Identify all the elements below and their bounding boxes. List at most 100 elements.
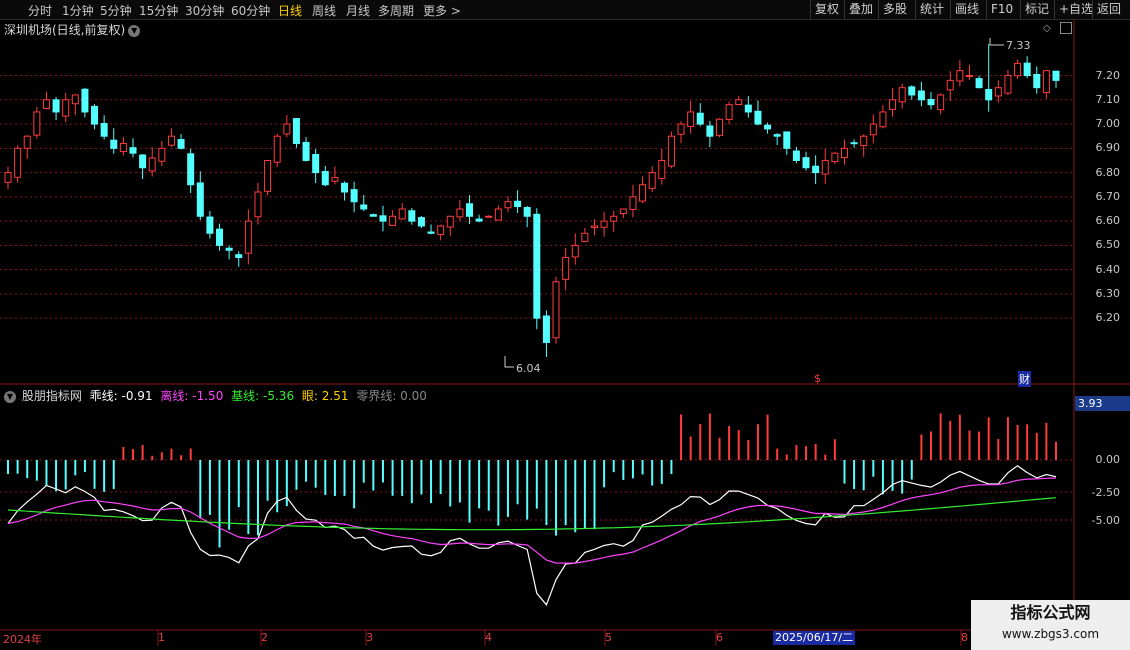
candle-up xyxy=(590,225,598,229)
candle-up xyxy=(264,159,272,192)
candle-up xyxy=(687,111,695,127)
candle-up xyxy=(1042,70,1050,94)
watermark: 指标公式网 www.zbgs3.com xyxy=(971,600,1130,650)
candle-down xyxy=(533,213,541,319)
candle-down xyxy=(91,105,99,125)
candle-up xyxy=(148,157,156,172)
price-axis-label: 7.10 xyxy=(1095,92,1121,106)
jixian-value: 基线: -5.36 xyxy=(231,389,295,403)
indicator-name[interactable]: 股朋指标网 xyxy=(22,389,82,403)
candle-down xyxy=(187,153,195,186)
candle-down xyxy=(427,231,435,234)
candle-up xyxy=(725,104,733,120)
candle-down xyxy=(773,134,781,137)
price-axis-label: 6.60 xyxy=(1095,214,1121,228)
candle-up xyxy=(610,215,618,222)
candle-down xyxy=(466,203,474,217)
candle-up xyxy=(639,184,647,202)
ind-axis-2: -5.00 xyxy=(1091,514,1120,527)
candle-up xyxy=(860,135,868,147)
candle-down xyxy=(927,98,935,106)
candle-up xyxy=(398,208,406,220)
candle-up xyxy=(562,257,570,280)
candle-down xyxy=(523,207,531,217)
candle-down xyxy=(177,139,185,149)
price-chart[interactable] xyxy=(0,0,1130,650)
cursor-date-label: 2025/06/17/二 xyxy=(773,631,856,645)
candle-up xyxy=(965,75,973,78)
candle-up xyxy=(71,94,79,105)
candle-down xyxy=(206,216,214,234)
candle-up xyxy=(715,118,723,136)
candle-down xyxy=(100,122,108,137)
cai-marker: 财 xyxy=(1018,371,1031,387)
high-price-label: 7.33 xyxy=(1006,39,1031,52)
candle-up xyxy=(158,147,166,162)
chengxian-value: 乖线: -0.91 xyxy=(89,389,153,403)
candle-down xyxy=(110,139,118,149)
candle-down xyxy=(341,182,349,193)
candle-down xyxy=(783,131,791,149)
candle-down xyxy=(475,218,483,222)
candle-down xyxy=(1052,70,1060,81)
lixian-line xyxy=(7,477,1057,564)
candle-down xyxy=(379,215,387,222)
candle-down xyxy=(312,154,320,174)
candle-up xyxy=(1014,62,1022,77)
price-axis-label: 6.80 xyxy=(1095,165,1121,179)
lingjie-value: 零界线: 0.00 xyxy=(356,389,427,403)
indicator-value-badge: 3.93 xyxy=(1075,396,1130,411)
xaxis-label: 3 xyxy=(366,631,373,644)
candle-down xyxy=(52,99,60,113)
candle-up xyxy=(937,94,945,111)
candle-up xyxy=(581,232,589,242)
price-axis-label: 7.20 xyxy=(1095,68,1121,82)
candle-down xyxy=(1023,62,1031,77)
candle-up xyxy=(273,135,281,163)
candle-down xyxy=(744,104,752,113)
price-axis-label: 6.30 xyxy=(1095,286,1121,300)
chevron-down-icon[interactable]: ▼ xyxy=(4,390,16,403)
candle-up xyxy=(840,147,848,159)
low-price-label: 6.04 xyxy=(516,362,541,375)
candle-down xyxy=(754,110,762,125)
candle-up xyxy=(869,123,877,136)
candle-up xyxy=(494,208,502,221)
candle-up xyxy=(879,111,887,128)
candle-up xyxy=(456,208,464,218)
candle-down xyxy=(917,90,925,101)
candle-up xyxy=(735,99,743,106)
candle-down xyxy=(196,182,204,217)
candle-up xyxy=(62,99,70,117)
candle-down xyxy=(216,228,224,246)
candle-down xyxy=(129,147,137,154)
candle-up xyxy=(23,135,31,149)
price-axis-label: 6.70 xyxy=(1095,189,1121,203)
xaxis-label: 4 xyxy=(485,631,492,644)
watermark-url: www.zbgs3.com xyxy=(1001,627,1100,641)
chengxian-line xyxy=(7,464,1057,606)
xaxis-label: 6 xyxy=(716,631,723,644)
candle-up xyxy=(821,159,829,175)
ind-axis-1: -2.50 xyxy=(1091,486,1120,499)
candle-down xyxy=(542,315,550,343)
candle-down xyxy=(514,200,522,208)
candle-up xyxy=(1004,75,1012,94)
xaxis-label: 2024年 xyxy=(3,633,42,646)
candle-down xyxy=(408,210,416,222)
candle-down xyxy=(369,214,377,217)
candle-down xyxy=(292,118,300,144)
candle-down xyxy=(985,88,993,101)
price-axis-label: 6.90 xyxy=(1095,141,1121,155)
candle-up xyxy=(42,99,50,110)
price-axis-label: 7.00 xyxy=(1095,117,1121,131)
candle-up xyxy=(389,215,397,226)
price-axis-label: 6.50 xyxy=(1095,238,1121,252)
candle-down xyxy=(975,78,983,89)
candle-up xyxy=(889,99,897,110)
candle-up xyxy=(898,87,906,103)
xaxis-label: 5 xyxy=(605,631,612,644)
candle-up xyxy=(629,196,637,210)
price-axis-label: 6.40 xyxy=(1095,262,1121,276)
candle-up xyxy=(437,225,445,235)
